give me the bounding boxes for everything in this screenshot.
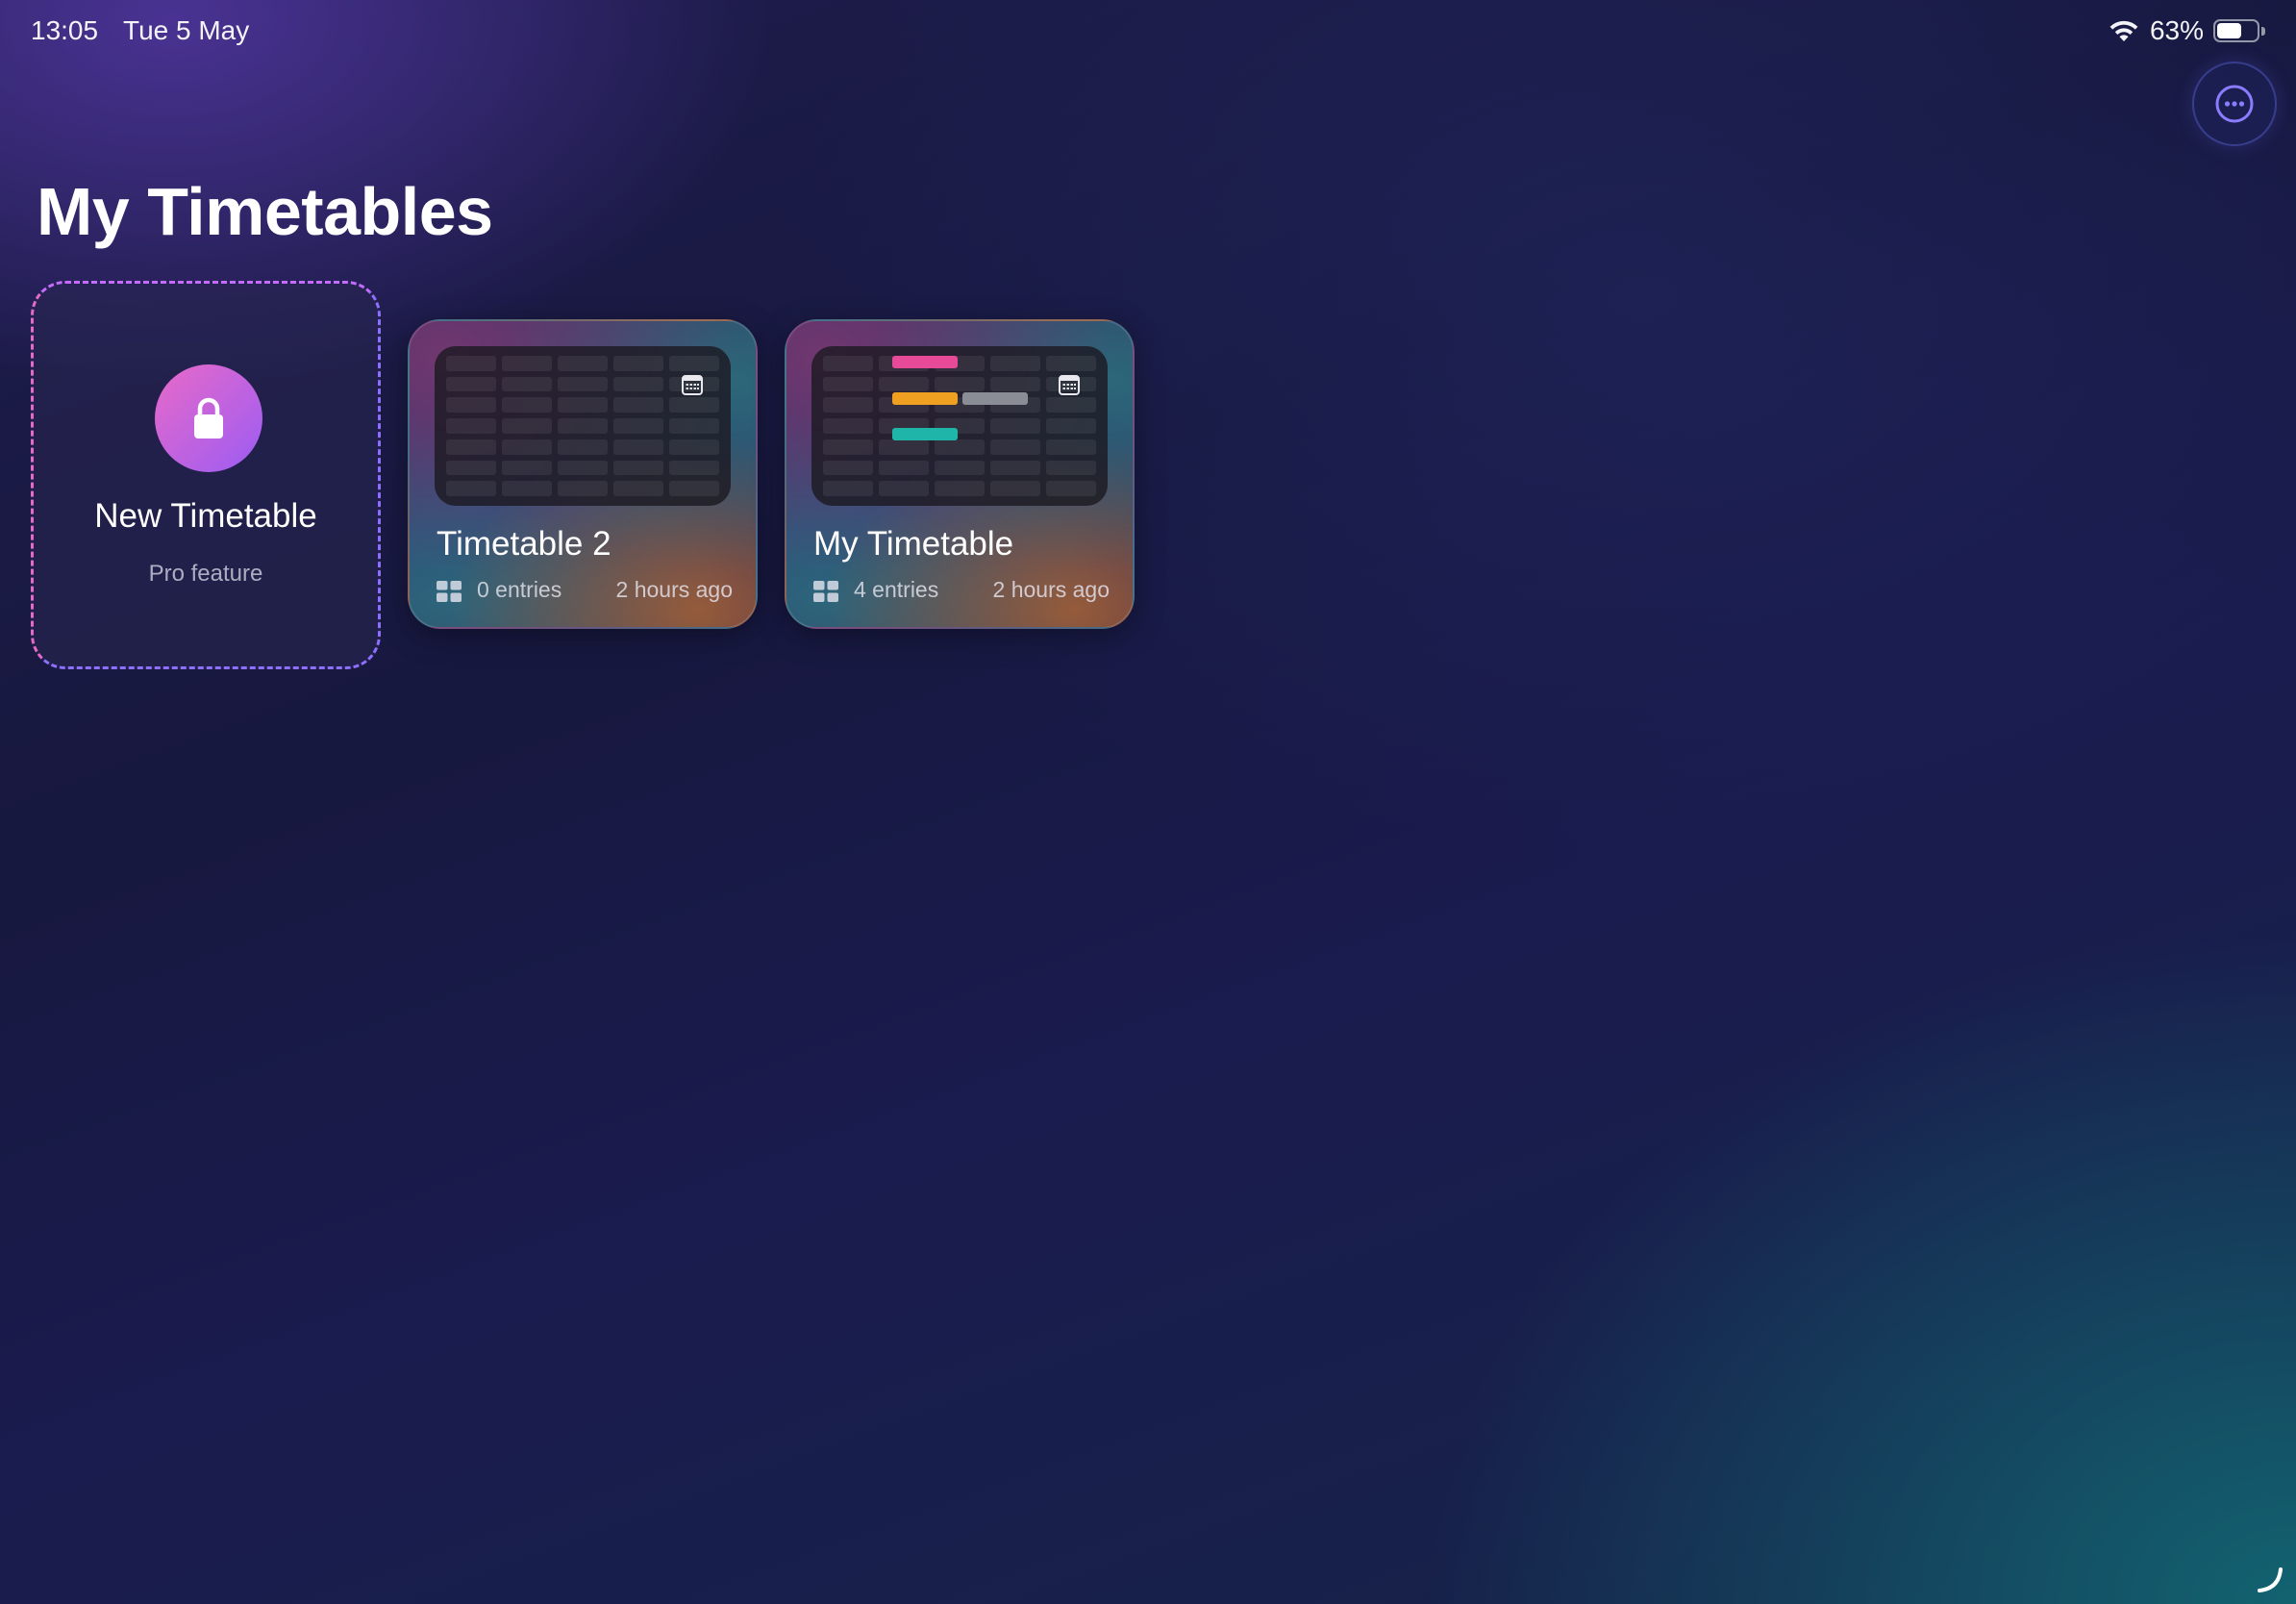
timetable-meta: 0 entries 2 hours ago — [437, 577, 733, 606]
more-options-button[interactable] — [2192, 62, 2277, 146]
entry-block — [892, 356, 958, 368]
pro-feature-label: Pro feature — [148, 561, 263, 587]
entry-count: 4 entries — [854, 577, 939, 602]
preview-grid — [446, 356, 719, 496]
page-title: My Timetables — [37, 174, 493, 249]
lock-badge — [155, 364, 262, 472]
preview-grid — [823, 356, 1096, 496]
entry-block — [962, 392, 1028, 405]
new-timetable-title: New Timetable — [94, 497, 317, 535]
battery-percent: 63% — [2149, 15, 2204, 45]
entry-count: 0 entries — [477, 577, 562, 602]
battery-icon — [2213, 18, 2265, 43]
ellipsis-circle-icon — [2215, 85, 2254, 123]
lock-icon — [194, 397, 223, 439]
updated-time: 2 hours ago — [992, 577, 1110, 602]
status-indicators: 63% — [2108, 13, 2265, 48]
entry-block — [892, 392, 958, 405]
entry-block — [892, 428, 958, 440]
timetable-title: Timetable 2 — [437, 525, 611, 563]
resize-handle-icon[interactable] — [2254, 1564, 2286, 1596]
calendar-icon — [1059, 375, 1080, 395]
calendar-icon — [682, 375, 703, 395]
status-bar: 13:05 Tue 5 May 63% — [0, 0, 2296, 62]
updated-time: 2 hours ago — [615, 577, 733, 602]
grid-icon — [813, 581, 838, 602]
status-time: 13:05 — [31, 15, 99, 45]
wifi-icon — [2109, 20, 2138, 41]
timetable-meta: 4 entries 2 hours ago — [813, 577, 1110, 606]
grid-icon — [437, 581, 462, 602]
timetable-title: My Timetable — [813, 525, 1014, 563]
timetable-preview — [811, 346, 1108, 506]
timetable-preview — [435, 346, 731, 506]
timetable-card[interactable]: Timetable 2 0 entries 2 hours ago — [408, 319, 758, 629]
new-timetable-card[interactable]: New Timetable Pro feature — [31, 281, 381, 669]
status-date: Tue 5 May — [123, 15, 250, 45]
timetable-card[interactable]: My Timetable 4 entries 2 hours ago — [785, 319, 1135, 629]
